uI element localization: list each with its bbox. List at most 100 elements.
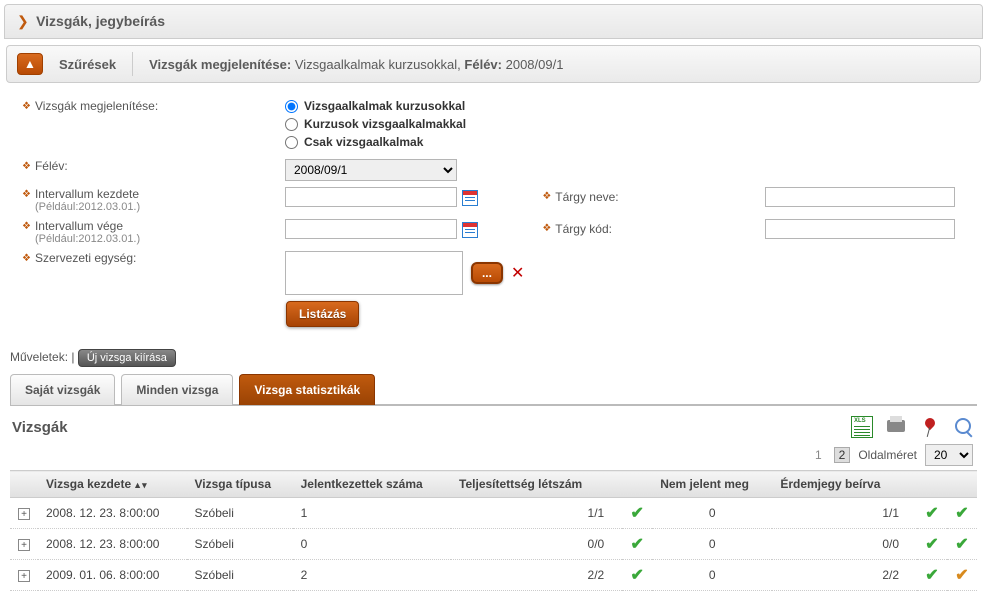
- page-2[interactable]: 2: [834, 447, 851, 463]
- radio-input-3[interactable]: [285, 136, 298, 149]
- col-grade[interactable]: Érdemjegy beírva: [772, 471, 917, 498]
- szervezet-input[interactable]: [285, 251, 463, 295]
- check-icon: ✔: [925, 565, 938, 585]
- col-applicants[interactable]: Jelentkezettek száma: [293, 471, 451, 498]
- new-exam-button[interactable]: Új vizsga kiírása: [78, 349, 176, 367]
- tab-own-exams[interactable]: Saját vizsgák: [10, 374, 115, 405]
- summary-term-value: 2008/09/1: [506, 57, 564, 72]
- expand-row-button[interactable]: +: [18, 570, 30, 582]
- radio-vizsgaalkalmak-kurzusokkal[interactable]: Vizsgaalkalmak kurzusokkal: [285, 99, 466, 113]
- tabs: Saját vizsgák Minden vizsga Vizsga stati…: [10, 373, 977, 406]
- interval-start-label: Intervallum kezdete (Például:2012.03.01.…: [35, 187, 285, 213]
- filter-summary-bar: ▲ Szűrések Vizsgák megjelenítése: Vizsga…: [6, 45, 981, 83]
- pin-icon[interactable]: [919, 416, 941, 438]
- check-icon: ✔: [925, 503, 938, 523]
- targy-kod-label: Tárgy kód:: [555, 222, 765, 236]
- chevron-up-icon: ▲: [24, 57, 36, 71]
- targy-neve-input[interactable]: [765, 187, 955, 207]
- collapse-filters-button[interactable]: ▲: [17, 53, 43, 75]
- grid-title: Vizsgák: [12, 419, 68, 436]
- radio-csak-vizsgaalkalmak[interactable]: Csak vizsgaalkalmak: [285, 135, 466, 149]
- bullet-icon: ❖: [542, 189, 551, 205]
- cell-type: Szóbeli: [187, 498, 293, 529]
- szervezet-clear-button[interactable]: ✕: [511, 263, 524, 283]
- grid-tools: [851, 416, 975, 438]
- pager: 1 2 Oldalméret 20: [14, 444, 973, 466]
- page-header: ❯ Vizsgák, jegybeírás: [4, 4, 983, 39]
- display-mode-label: Vizsgák megjelenítése:: [35, 99, 285, 113]
- radio-kurzusok-vizsgaalkalmakkal[interactable]: Kurzusok vizsgaalkalmakkal: [285, 117, 466, 131]
- felev-select[interactable]: 2008/09/1: [285, 159, 457, 181]
- cell-type: Szóbeli: [187, 529, 293, 560]
- bullet-icon: ❖: [22, 187, 31, 203]
- interval-end-label: Intervallum vége (Például:2012.03.01.): [35, 219, 285, 245]
- exam-table: Vizsga kezdete▲▾ Vizsga típusa Jelentkez…: [10, 470, 977, 591]
- szervezet-browse-button[interactable]: ...: [471, 262, 503, 284]
- targy-neve-label: Tárgy neve:: [555, 190, 765, 204]
- interval-start-input[interactable]: [285, 187, 457, 207]
- cell-noshow: 0: [652, 498, 772, 529]
- bullet-icon: ❖: [22, 251, 31, 267]
- check-icon: ✔: [631, 565, 644, 585]
- cell-start: 2008. 12. 23. 8:00:00: [38, 498, 187, 529]
- bullet-icon: ❖: [542, 221, 551, 237]
- cell-fulfilled: 2/2: [451, 560, 622, 591]
- page-size-select[interactable]: 20: [925, 444, 973, 466]
- page-title: Vizsgák, jegybeírás: [36, 13, 165, 29]
- col-start[interactable]: Vizsga kezdete▲▾: [38, 471, 187, 498]
- divider: [132, 52, 133, 76]
- grid-header-row: Vizsgák: [12, 416, 975, 438]
- cell-start: 2009. 01. 06. 8:00:00: [38, 560, 187, 591]
- filter-summary: Vizsgák megjelenítése: Vizsgaalkalmak ku…: [149, 57, 563, 72]
- page-size-label: Oldalméret: [858, 448, 917, 462]
- expand-row-button[interactable]: +: [18, 508, 30, 520]
- check-icon: ✔: [955, 503, 968, 523]
- tab-all-exams[interactable]: Minden vizsga: [121, 374, 233, 405]
- check-icon: ✔: [631, 503, 644, 523]
- page-1[interactable]: 1: [811, 448, 826, 462]
- check-icon: ✔: [631, 534, 644, 554]
- cell-grade: 0/0: [772, 529, 917, 560]
- targy-kod-input[interactable]: [765, 219, 955, 239]
- col-type[interactable]: Vizsga típusa: [187, 471, 293, 498]
- table-row: +2008. 12. 23. 8:00:00Szóbeli00/0✔00/0✔✔: [10, 529, 977, 560]
- cell-type: Szóbeli: [187, 560, 293, 591]
- chevron-right-icon: ❯: [17, 13, 29, 29]
- table-row: +2009. 01. 06. 8:00:00Szóbeli22/2✔02/2✔✔: [10, 560, 977, 591]
- calendar-icon[interactable]: [462, 190, 478, 206]
- cell-grade: 1/1: [772, 498, 917, 529]
- expand-row-button[interactable]: +: [18, 539, 30, 551]
- cell-applicants: 2: [293, 560, 451, 591]
- cell-applicants: 1: [293, 498, 451, 529]
- interval-end-input[interactable]: [285, 219, 457, 239]
- col-fulfilled[interactable]: Teljesítettség létszám: [451, 471, 622, 498]
- operations-label: Műveletek:: [10, 350, 68, 364]
- sort-asc-icon: ▲▾: [133, 480, 146, 490]
- export-xls-icon[interactable]: [851, 416, 873, 438]
- radio-input-2[interactable]: [285, 118, 298, 131]
- print-icon[interactable]: [885, 416, 907, 438]
- bullet-icon: ❖: [22, 159, 31, 175]
- summary-value: Vizsgaalkalmak kurzusokkal,: [295, 57, 461, 72]
- filters-label: Szűrések: [59, 57, 116, 72]
- bullet-icon: ❖: [22, 99, 31, 115]
- search-icon[interactable]: [953, 416, 975, 438]
- felev-label: Félév:: [35, 159, 285, 173]
- table-row: +2008. 12. 23. 8:00:00Szóbeli11/1✔01/1✔✔: [10, 498, 977, 529]
- bullet-icon: ❖: [22, 219, 31, 235]
- check-icon: ✔: [925, 534, 938, 554]
- calendar-icon[interactable]: [462, 222, 478, 238]
- radio-input-1[interactable]: [285, 100, 298, 113]
- tab-exam-stats[interactable]: Vizsga statisztikák: [239, 374, 375, 405]
- summary-prefix: Vizsgák megjelenítése:: [149, 57, 291, 72]
- cell-applicants: 0: [293, 529, 451, 560]
- list-button[interactable]: Listázás: [286, 301, 359, 327]
- szervezet-label: Szervezeti egység:: [35, 251, 285, 265]
- col-noshow[interactable]: Nem jelent meg: [652, 471, 772, 498]
- cell-noshow: 0: [652, 560, 772, 591]
- filter-form: ❖ Vizsgák megjelenítése: Vizsgaalkalmak …: [6, 89, 981, 343]
- cell-noshow: 0: [652, 529, 772, 560]
- cell-start: 2008. 12. 23. 8:00:00: [38, 529, 187, 560]
- operations-row: Műveletek: | Új vizsga kiírása: [10, 349, 977, 367]
- table-header-row: Vizsga kezdete▲▾ Vizsga típusa Jelentkez…: [10, 471, 977, 498]
